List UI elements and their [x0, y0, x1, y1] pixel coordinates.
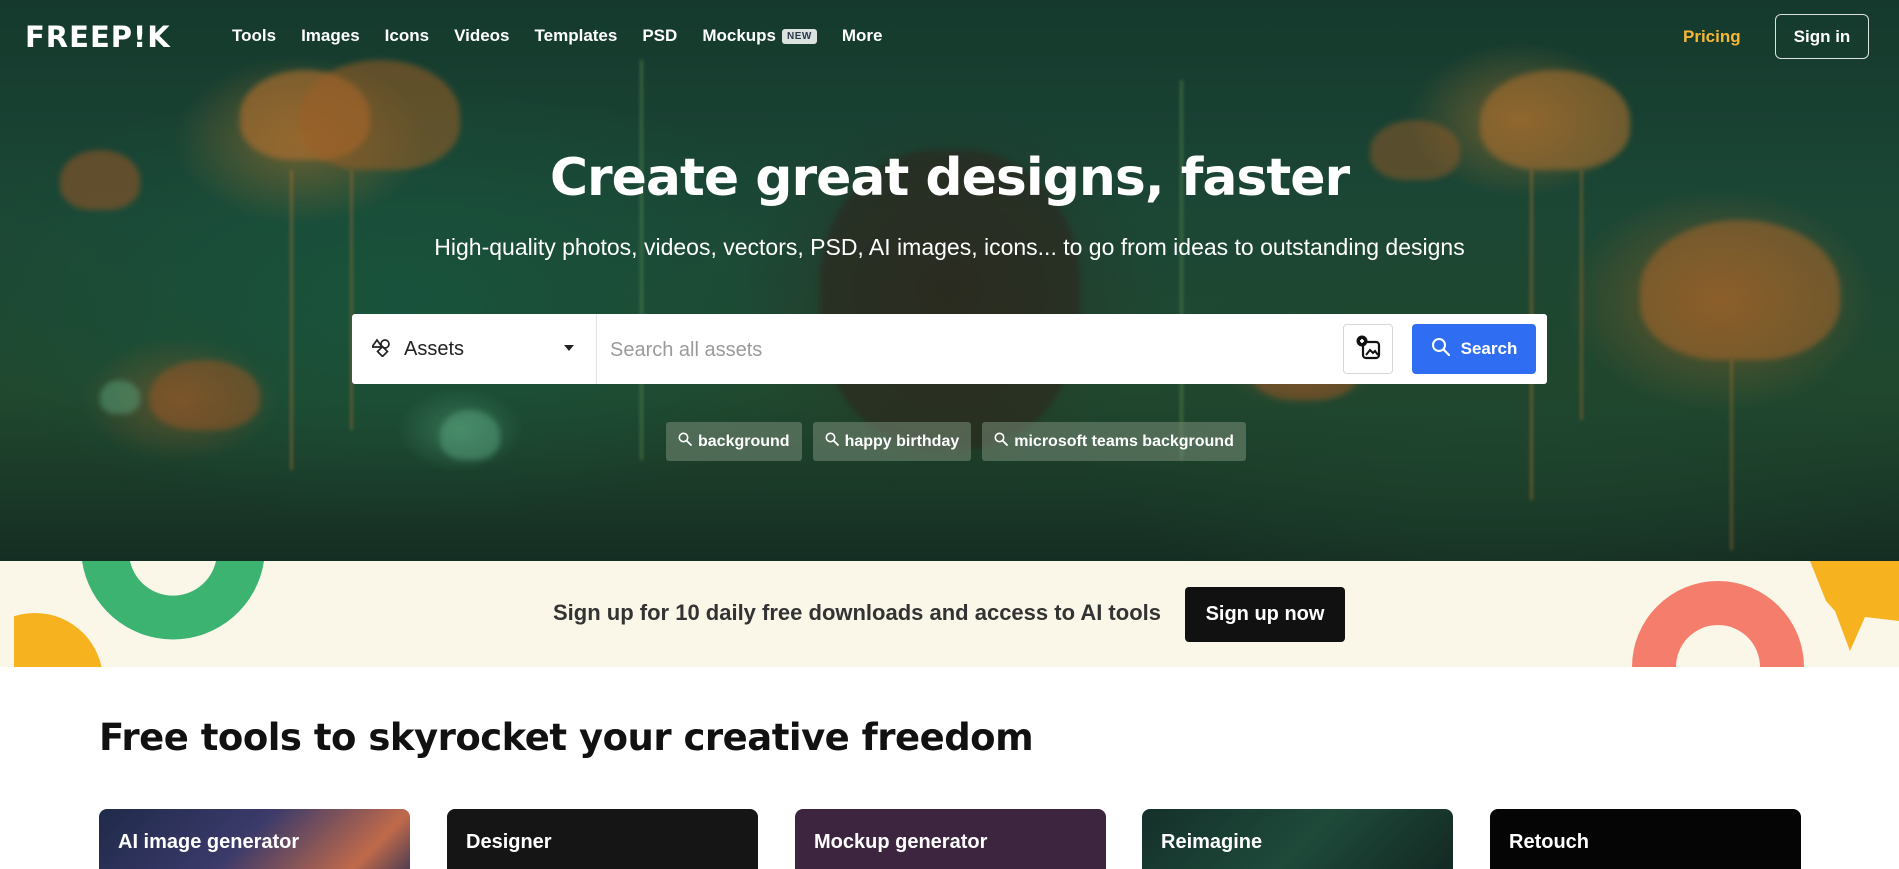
nav-item-icons[interactable]: Icons [385, 26, 429, 46]
nav-item-mockups[interactable]: Mockups NEW [702, 26, 817, 46]
assets-icon [370, 337, 392, 362]
suggestion-chip[interactable]: microsoft teams background [982, 422, 1246, 461]
top-nav: FREEP!K Tools Images Icons Videos Templa… [0, 0, 1899, 74]
suggestion-chip[interactable]: happy birthday [812, 422, 972, 461]
search-icon [678, 432, 692, 451]
nav-item-more[interactable]: More [842, 26, 883, 46]
image-search-icon [1354, 333, 1382, 366]
tool-card-retouch[interactable]: Retouch [1490, 809, 1801, 869]
tool-card-label: Reimagine [1161, 831, 1263, 853]
tool-card-ai-image-generator[interactable]: AI image generator [99, 809, 410, 869]
nav-item-mockups-label: Mockups [702, 26, 776, 45]
chevron-down-icon [564, 345, 574, 351]
signup-banner-text: Sign up for 10 daily free downloads and … [553, 600, 1161, 625]
nav-item-tools[interactable]: Tools [232, 26, 276, 46]
asset-type-label: Assets [404, 337, 465, 360]
image-search-button[interactable] [1343, 324, 1393, 374]
tool-card-label: Retouch [1509, 831, 1589, 853]
tool-card-label: Mockup generator [814, 831, 988, 853]
search-icon [825, 432, 839, 451]
asset-type-dropdown[interactable]: Assets [352, 314, 597, 384]
tool-card-reimagine[interactable]: Reimagine [1142, 809, 1453, 869]
nav-item-templates[interactable]: Templates [535, 26, 618, 46]
signup-banner: Sign up for 10 daily free downloads and … [0, 561, 1899, 667]
hero-subline: High-quality photos, videos, vectors, PS… [434, 234, 1465, 260]
hero-section: FREEP!K Tools Images Icons Videos Templa… [0, 0, 1899, 561]
suggestion-label: background [698, 432, 790, 450]
nav-menu: Tools Images Icons Videos Templates PSD … [232, 26, 907, 46]
nav-item-psd[interactable]: PSD [642, 26, 677, 46]
tool-card-label: Designer [466, 831, 552, 853]
search-icon [994, 432, 1009, 451]
freepik-logo[interactable]: FREEP!K [25, 20, 171, 54]
sign-up-button[interactable]: Sign up now [1185, 587, 1345, 642]
search-input[interactable] [610, 336, 1310, 364]
search-suggestions: background happy birthday microsoft team… [666, 422, 1246, 461]
suggestion-label: microsoft teams background [1014, 432, 1234, 450]
sign-in-button[interactable]: Sign in [1775, 14, 1869, 59]
hero-headline: Create great designs, faster [549, 148, 1350, 208]
search-icon [1431, 337, 1451, 362]
nav-item-videos[interactable]: Videos [454, 26, 509, 46]
search-button-label: Search [1460, 339, 1518, 358]
suggestion-chip[interactable]: background [666, 422, 802, 461]
tool-card-label: AI image generator [118, 831, 300, 853]
pricing-link[interactable]: Pricing [1683, 27, 1741, 47]
search-button[interactable]: Search [1412, 324, 1536, 374]
search-bar: Assets Search [352, 314, 1547, 384]
suggestion-label: happy birthday [844, 432, 960, 450]
tool-card-designer[interactable]: Designer [447, 809, 758, 869]
tools-section-title: Free tools to skyrocket your creative fr… [99, 716, 1034, 759]
nav-item-images[interactable]: Images [301, 26, 360, 46]
new-badge: NEW [782, 28, 817, 44]
tool-card-mockup-generator[interactable]: Mockup generator [795, 809, 1106, 869]
hero-overlay [0, 0, 1899, 561]
